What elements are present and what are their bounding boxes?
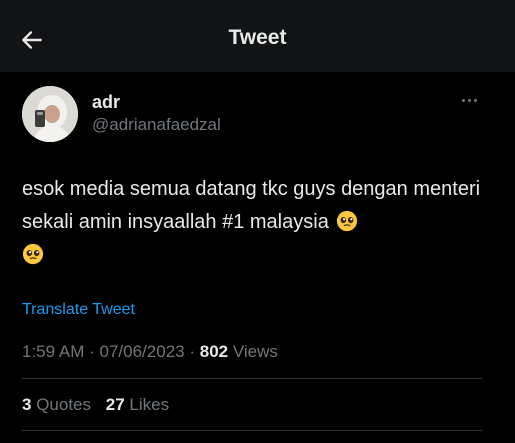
author-name[interactable]: adr (92, 92, 120, 113)
translate-tweet-link[interactable]: Translate Tweet (22, 301, 135, 319)
top-bar: Tweet (0, 0, 515, 72)
likes-count: 27 (105, 395, 125, 414)
views-label: Views (232, 342, 278, 361)
tweet-stats: 3 Quotes 27 Likes (22, 395, 179, 415)
divider (22, 378, 482, 379)
tweet-time[interactable]: 1:59 AM (22, 342, 84, 361)
tweet-date[interactable]: 07/06/2023 (100, 342, 185, 361)
tweet-meta: 1:59 AM · 07/06/2023 · 802 Views (22, 342, 278, 362)
pleading-face-icon (337, 210, 358, 232)
more-options-button[interactable] (455, 92, 483, 108)
more-dots-icon (461, 98, 465, 102)
quotes-stat[interactable]: 3 Quotes (22, 395, 91, 414)
divider (22, 430, 482, 431)
pleading-face-icon (22, 243, 44, 265)
meta-separator: · (189, 342, 196, 361)
tweet-text-body: esok media semua datang tkc guys dengan … (22, 178, 481, 233)
quotes-label: Quotes (36, 395, 92, 414)
author-handle[interactable]: @adrianafaedzal (92, 115, 221, 135)
tweet-detail-screen: Tweet adr @adrianafaedzal esok media sem… (0, 0, 515, 443)
avatar[interactable] (22, 86, 78, 142)
quotes-count: 3 (22, 395, 32, 414)
views-count: 802 (199, 342, 229, 361)
tweet-text: esok media semua datang tkc guys dengan … (22, 173, 484, 272)
meta-separator: · (89, 342, 95, 361)
page-title: Tweet (228, 26, 287, 49)
likes-label: Likes (129, 395, 170, 414)
likes-stat[interactable]: 27 Likes (106, 395, 169, 414)
